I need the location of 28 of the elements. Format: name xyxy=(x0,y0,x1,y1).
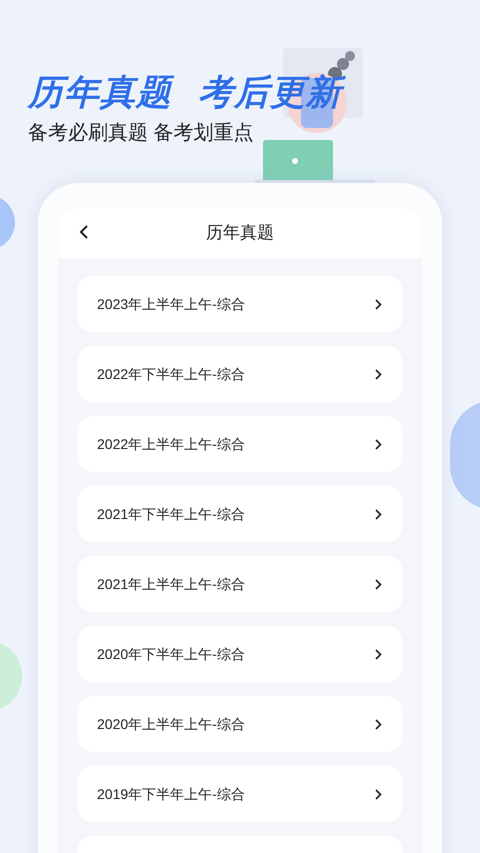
exam-list-item[interactable]: 2023年上半年上午-综合 xyxy=(78,276,402,332)
screen-title: 历年真题 xyxy=(206,222,274,244)
exam-list-item[interactable]: 2021年上半年上午-综合 xyxy=(78,556,402,612)
headline: 历年真题 xyxy=(28,72,172,114)
exam-title: 2023年上半年上午-综合 xyxy=(97,294,245,314)
chevron-right-icon xyxy=(375,718,382,730)
subtitle: 备考必刷真题 备考划重点 xyxy=(28,121,255,146)
chevron-right-icon xyxy=(375,578,382,590)
chevron-right-icon xyxy=(375,508,382,520)
chevron-right-icon xyxy=(375,298,382,310)
exam-title: 2020年下半年上午-综合 xyxy=(97,644,245,664)
exam-title: 2021年上半年上午-综合 xyxy=(97,574,245,594)
exam-list-item[interactable]: 2020年上半年上午-综合 xyxy=(78,696,402,752)
exam-list-item[interactable]: 2022年上半年上午-综合 xyxy=(78,416,402,472)
chevron-right-icon xyxy=(375,438,382,450)
chevron-right-icon xyxy=(375,368,382,380)
exam-list-item[interactable]: 2019年下半年上午-综合 xyxy=(78,766,402,822)
exam-title: 2021年下半年上午-综合 xyxy=(97,504,245,524)
exam-list-item[interactable]: 2021年下半年上午-综合 xyxy=(78,486,402,542)
exam-list-item[interactable]: 2020年下半年上午-综合 xyxy=(78,626,402,682)
exam-title: 2022年上半年上午-综合 xyxy=(97,434,245,454)
exam-title: 2022年下半年上午-综合 xyxy=(97,364,245,384)
chevron-right-icon xyxy=(375,648,382,660)
exam-list-item[interactable]: 2022年下半年上午-综合 xyxy=(78,346,402,402)
exam-title: 2019年下半年上午-综合 xyxy=(97,784,245,804)
back-icon xyxy=(79,224,89,240)
chevron-right-icon xyxy=(375,788,382,800)
exam-title: 2020年上半年上午-综合 xyxy=(97,714,245,734)
